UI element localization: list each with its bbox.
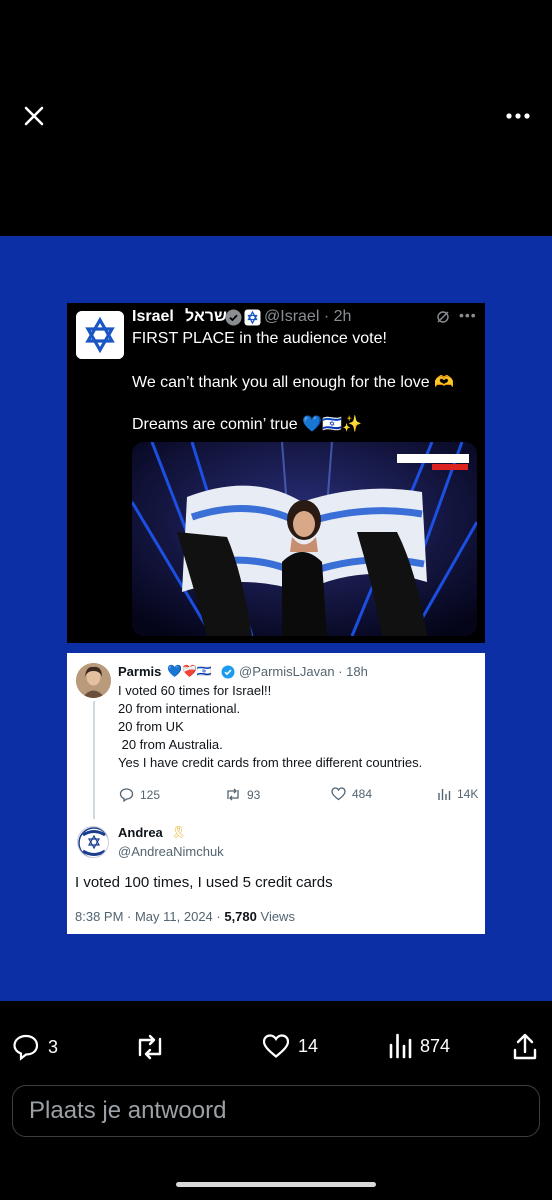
more-horizontal-icon bbox=[506, 113, 530, 119]
avatar bbox=[76, 663, 111, 698]
thread-connector bbox=[93, 701, 95, 819]
star-of-david-icon bbox=[76, 311, 124, 359]
tweet-text-line: Yes I have credit cards from three diffe… bbox=[118, 755, 423, 770]
tweet-author-name: Parmis bbox=[118, 664, 162, 679]
tweet-text-line: Dreams are comin’ true 💙🇮🇱✨ bbox=[132, 416, 362, 433]
reply-input[interactable] bbox=[13, 1086, 539, 1136]
avatar bbox=[77, 826, 109, 858]
repost-icon bbox=[227, 788, 239, 801]
verified-badge-icon bbox=[221, 665, 235, 684]
home-indicator[interactable] bbox=[176, 1182, 376, 1187]
repost-icon bbox=[138, 1034, 162, 1060]
like-count: 14 bbox=[298, 1035, 319, 1056]
like-stat[interactable]: 484 bbox=[331, 787, 372, 801]
reply-text: I voted 100 times, I used 5 credit cards bbox=[75, 874, 333, 891]
name-emoji: 💙❤️‍🩹🇮🇱 bbox=[167, 664, 212, 678]
tweet-handle: @ParmisLJavan · 18h bbox=[239, 664, 368, 679]
ribbon-icon: 🎗 bbox=[171, 825, 187, 839]
repost-button[interactable] bbox=[134, 1033, 166, 1061]
repost-stat[interactable]: 93 bbox=[225, 787, 260, 802]
reply-timestamp: 8:38 PM · May 11, 2024 · 5,780 Views bbox=[75, 909, 295, 924]
reply-count: 3 bbox=[48, 1036, 59, 1057]
share-button[interactable] bbox=[512, 1033, 538, 1061]
tweet-text-line: 20 from UK bbox=[118, 719, 184, 734]
viewer-top-bar bbox=[0, 0, 552, 236]
like-button[interactable]: 14 bbox=[262, 1033, 318, 1059]
avatar bbox=[76, 311, 124, 359]
tweet-text-line: FIRST PLACE in the audience vote! bbox=[132, 330, 387, 347]
views-count: 874 bbox=[420, 1035, 451, 1056]
reply-button[interactable]: 3 bbox=[12, 1033, 58, 1061]
heart-icon bbox=[262, 1034, 290, 1058]
views-icon bbox=[438, 789, 451, 800]
tweet-photo[interactable] bbox=[132, 442, 477, 636]
close-icon bbox=[24, 106, 44, 126]
views-stat[interactable]: 14K bbox=[437, 787, 478, 801]
more-options-icon[interactable]: ••• bbox=[459, 307, 477, 323]
more-options-button[interactable] bbox=[502, 100, 534, 132]
government-flag-icon bbox=[244, 309, 261, 331]
reply-author-handle: @AndreaNimchuk bbox=[118, 844, 224, 859]
views-count: 14K bbox=[457, 787, 479, 801]
tweet-author-name: Israel bbox=[132, 308, 174, 325]
like-count: 484 bbox=[352, 787, 373, 801]
tweet-handle: @Israel · 2h bbox=[264, 308, 352, 325]
repost-count: 93 bbox=[247, 787, 261, 802]
reply-icon bbox=[119, 788, 134, 802]
embedded-tweet-israel: Israel ישראל @Israel · 2h ••• FIRST PLAC… bbox=[67, 303, 485, 643]
post-action-bar: 3 14 874 bbox=[0, 1001, 552, 1081]
views-button[interactable]: 874 bbox=[388, 1033, 450, 1059]
reply-count: 125 bbox=[140, 787, 161, 802]
reply-compose-box[interactable] bbox=[12, 1085, 540, 1137]
reply-stat[interactable]: 125 bbox=[119, 787, 160, 802]
embedded-tweet-parmis: Parmis 💙❤️‍🩹🇮🇱 @ParmisLJavan · 18h I vot… bbox=[67, 653, 485, 934]
share-icon bbox=[513, 1033, 537, 1060]
media-image: Israel ישראל @Israel · 2h ••• FIRST PLAC… bbox=[0, 236, 552, 1001]
tweet-text-line: 20 from Australia. bbox=[118, 737, 223, 752]
tweet-text-line: We can’t thank you all enough for the lo… bbox=[132, 374, 455, 391]
tweet-text-line: I voted 60 times for Israel!! bbox=[118, 683, 272, 698]
views-icon bbox=[389, 1033, 412, 1059]
tweet-text-line: 20 from international. bbox=[118, 701, 241, 716]
grok-icon[interactable] bbox=[436, 310, 450, 329]
heart-icon bbox=[331, 787, 346, 801]
verified-badge-icon bbox=[225, 309, 242, 331]
close-button[interactable] bbox=[18, 100, 50, 132]
reply-icon bbox=[13, 1034, 39, 1061]
reply-author-name: Andrea bbox=[118, 825, 163, 840]
